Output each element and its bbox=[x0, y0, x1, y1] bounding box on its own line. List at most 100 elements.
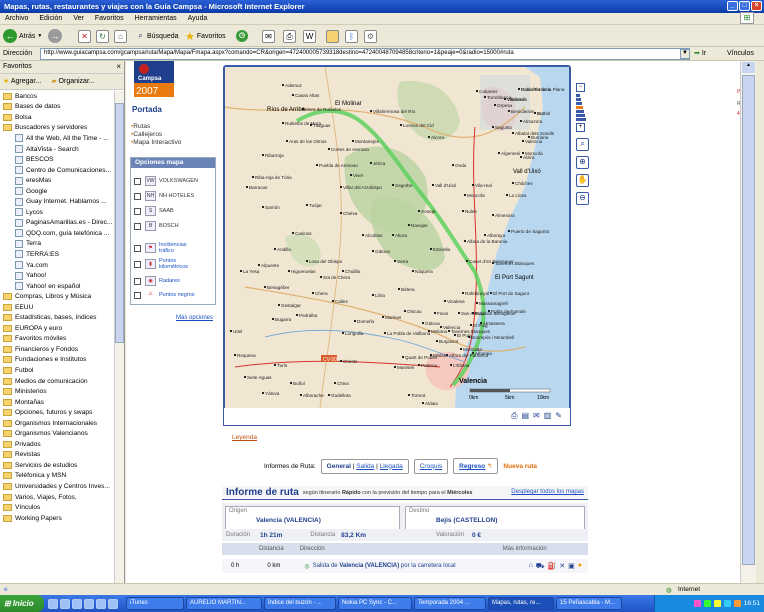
favorites-button[interactable]: ★ Favoritos bbox=[185, 28, 226, 44]
option-nh-hoteles[interactable]: NH NH HOTELES bbox=[134, 191, 194, 201]
back-button[interactable]: ← Atrás ▼ bbox=[3, 28, 42, 44]
favorites-folder[interactable]: Buscadores y servidores bbox=[0, 123, 115, 134]
checkbox[interactable] bbox=[134, 207, 141, 215]
zoom-out-button[interactable]: − bbox=[576, 83, 585, 92]
restaurant-icon[interactable]: ✕ bbox=[559, 562, 565, 571]
regreso-link[interactable]: Regreso bbox=[459, 463, 485, 470]
tray-icon[interactable] bbox=[703, 600, 711, 607]
favorites-folder[interactable]: Estadísticas, bases, índices bbox=[0, 312, 115, 323]
favorites-folder[interactable]: Universidades y Centros Inves... bbox=[0, 481, 115, 492]
favorites-link[interactable]: eresMas bbox=[0, 175, 115, 186]
print-map-icon[interactable]: ⎙ bbox=[511, 411, 517, 421]
zoom-level-bar[interactable] bbox=[576, 114, 585, 117]
quicklaunch-icon[interactable] bbox=[84, 598, 94, 609]
new-route-link[interactable]: Nueva ruta bbox=[503, 463, 537, 470]
favorites-folder[interactable]: Opciones, futuros y swaps bbox=[0, 407, 115, 418]
task-mapas[interactable]: Mapas, rutas, re... bbox=[488, 597, 554, 610]
favorites-link[interactable]: Lycos bbox=[0, 207, 115, 218]
checkbox[interactable] bbox=[134, 244, 141, 252]
hotel-icon[interactable]: ▣ bbox=[568, 562, 575, 571]
sidebar-close-icon[interactable]: × bbox=[116, 62, 121, 71]
favorites-folder[interactable]: Servicios de estudios bbox=[0, 460, 115, 471]
zoom-level-bar[interactable] bbox=[576, 110, 584, 113]
tab-general[interactable]: General bbox=[327, 463, 351, 470]
menu-ver[interactable]: Ver bbox=[73, 15, 84, 22]
go-button[interactable]: ➡ Ir bbox=[694, 49, 706, 57]
favorites-link[interactable]: Centro de Comunicaciones... bbox=[0, 165, 115, 176]
tray-icon[interactable] bbox=[713, 600, 721, 607]
organize-favorites-button[interactable]: ▰ Organizar... bbox=[51, 77, 95, 86]
checkbox[interactable] bbox=[134, 260, 141, 268]
favorites-folder[interactable]: Bolsa bbox=[0, 112, 115, 123]
favorites-folder[interactable]: Organismos Internacionales bbox=[0, 418, 115, 429]
favorites-folder[interactable]: Working Papers bbox=[0, 513, 115, 524]
zoom-area-icon[interactable]: ⊕ bbox=[576, 156, 589, 169]
favorites-folder[interactable]: Ministerios bbox=[0, 386, 115, 397]
favorites-link[interactable]: Yahoo! en español bbox=[0, 281, 115, 292]
mail-map-icon[interactable]: ✉ bbox=[533, 411, 540, 421]
sidebar-scroll-thumb[interactable] bbox=[115, 103, 124, 343]
quicklaunch-icon[interactable] bbox=[48, 598, 58, 609]
favorites-folder[interactable]: Futbol bbox=[0, 365, 115, 376]
favorites-folder[interactable]: Revistas bbox=[0, 450, 115, 461]
route-map[interactable]: Villarreal Burr Castellón de la Plana Sagun… bbox=[223, 65, 571, 410]
tray-icon[interactable] bbox=[693, 600, 701, 607]
favorites-folder[interactable]: Financieros y Fondos bbox=[0, 344, 115, 355]
history-button[interactable]: ◷ bbox=[236, 28, 250, 44]
favorites-folder[interactable]: Privados bbox=[0, 439, 115, 450]
page-scroll-thumb[interactable] bbox=[742, 75, 755, 565]
favorites-link[interactable]: Ya.com bbox=[0, 260, 115, 271]
minimize-button[interactable]: _ bbox=[727, 1, 738, 11]
pan-hand-icon[interactable]: ✋ bbox=[576, 174, 589, 187]
zoom-tool-icon[interactable]: ⌕ bbox=[576, 138, 589, 151]
option-bosch[interactable]: B BOSCH bbox=[134, 221, 179, 231]
favorites-folder[interactable]: Bancos bbox=[0, 91, 115, 102]
menu-archivo[interactable]: Archivo bbox=[5, 15, 28, 22]
checkbox[interactable] bbox=[134, 291, 141, 299]
favorites-folder[interactable]: Compras, Libros y Música bbox=[0, 291, 115, 302]
favorites-folder[interactable]: Montañas bbox=[0, 397, 115, 408]
forward-button[interactable]: → bbox=[48, 28, 64, 44]
nav-link-callejeros[interactable]: •Callejeros bbox=[131, 131, 181, 139]
menu-favoritos[interactable]: Favoritos bbox=[95, 15, 124, 22]
croquis-link[interactable]: Croquis bbox=[420, 463, 442, 470]
nav-title[interactable]: Portada bbox=[132, 105, 162, 114]
task-aurelio[interactable]: AURELIO MARTIN... bbox=[186, 597, 262, 610]
home-icon[interactable]: ⌂ bbox=[529, 562, 533, 571]
task-temporada[interactable]: Temporada 2004 ... bbox=[414, 597, 486, 610]
task-penascabia[interactable]: 15 Peñascabia - M... bbox=[556, 597, 622, 610]
favorites-link[interactable]: All the Web, All the Time - ... bbox=[0, 133, 115, 144]
favorites-folder[interactable]: Bases de datos bbox=[0, 102, 115, 113]
option-puntos-negros[interactable]: ⚠ Puntos negros bbox=[134, 290, 194, 300]
quicklaunch-icon[interactable] bbox=[60, 598, 70, 609]
car-icon[interactable]: ⛟ bbox=[536, 562, 545, 571]
task-nokia[interactable]: Nokia PC Sync - C... bbox=[338, 597, 412, 610]
favorites-link[interactable]: AltaVista - Search bbox=[0, 144, 115, 155]
address-input[interactable]: http://www.guiacampsa.com/gcampsa/ruta/M… bbox=[40, 48, 690, 60]
task-buzon[interactable]: Índice del buzón - ... bbox=[264, 597, 336, 610]
option-incidencias[interactable]: ⚑ Incidencias tráfico bbox=[134, 242, 199, 254]
favorites-folder[interactable]: EEUU bbox=[0, 302, 115, 313]
option-puntos-km[interactable]: ▮ Puntos kilométricos bbox=[134, 258, 199, 270]
refresh-button[interactable]: ↻ bbox=[96, 28, 109, 44]
quicklaunch-icon[interactable] bbox=[72, 598, 82, 609]
map-canvas[interactable]: VillarrealBurrCastellón de la PlanaSagun… bbox=[225, 67, 569, 408]
doc-map-icon[interactable]: ▥ bbox=[544, 411, 552, 421]
checkbox[interactable] bbox=[134, 177, 141, 185]
favorites-link[interactable]: PaginasAmarillas.es - Direc... bbox=[0, 218, 115, 229]
expand-maps-link[interactable]: Desplegar todos los mapas bbox=[511, 489, 584, 495]
favorites-folder[interactable]: Vínculos bbox=[0, 502, 115, 513]
checkbox[interactable] bbox=[134, 192, 141, 200]
scroll-up-icon[interactable]: ▲ bbox=[742, 62, 755, 73]
close-button[interactable]: × bbox=[751, 1, 762, 11]
favorites-folder[interactable]: Favoritos móviles bbox=[0, 334, 115, 345]
quicklaunch-icon[interactable] bbox=[108, 598, 118, 609]
more-options-link[interactable]: Más opciones bbox=[176, 315, 213, 321]
address-dropdown[interactable]: ▼ bbox=[680, 49, 690, 59]
option-radares[interactable]: ◉ Radares bbox=[134, 276, 180, 286]
favorites-link[interactable]: Yahoo! bbox=[0, 270, 115, 281]
favorites-link[interactable]: Guay Internet. Hablamos ... bbox=[0, 196, 115, 207]
zoom-in-button[interactable]: + bbox=[576, 123, 585, 132]
tray-icon[interactable] bbox=[723, 600, 731, 607]
favorites-link[interactable]: BESCOS bbox=[0, 154, 115, 165]
